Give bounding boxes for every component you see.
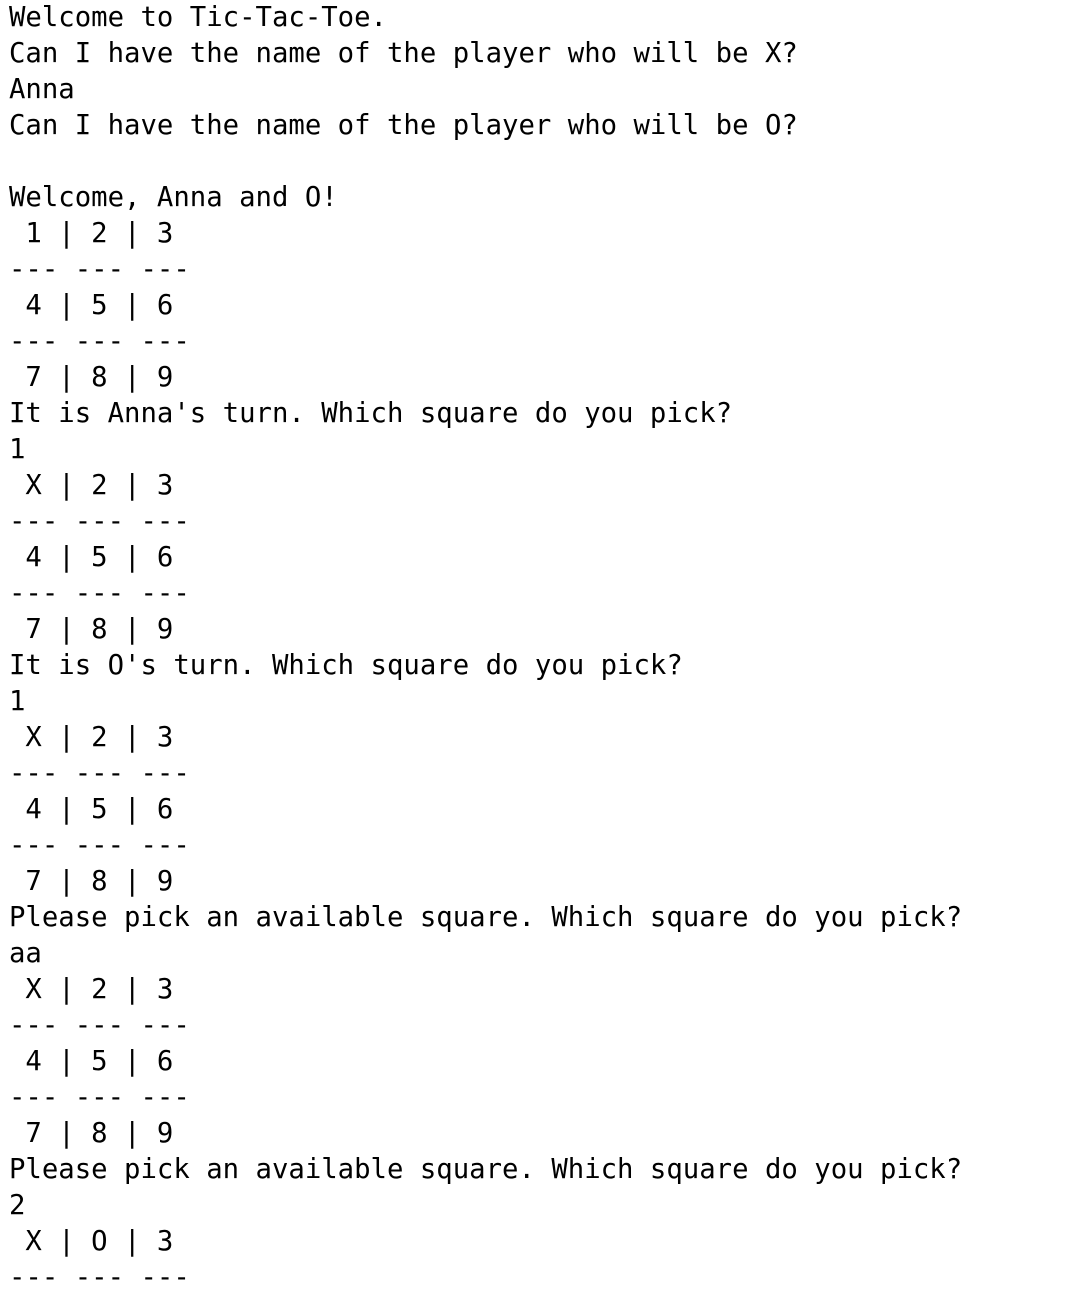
board-separator: --- --- --- bbox=[9, 578, 190, 609]
welcome-message: Welcome to Tic-Tac-Toe. bbox=[9, 2, 387, 33]
board-separator: --- --- --- bbox=[9, 506, 190, 537]
board-row: 4 | 5 | 6 bbox=[9, 290, 174, 321]
terminal-output[interactable]: Welcome to Tic-Tac-Toe. Can I have the n… bbox=[0, 0, 1078, 1292]
prompt-player-x-name: Can I have the name of the player who wi… bbox=[9, 38, 798, 69]
turn-prompt: It is O's turn. Which square do you pick… bbox=[9, 650, 683, 681]
turn-prompt: It is Anna's turn. Which square do you p… bbox=[9, 398, 733, 429]
board-separator: --- --- --- bbox=[9, 326, 190, 357]
error-prompt: Please pick an available square. Which s… bbox=[9, 902, 963, 933]
board-row: X | 2 | 3 bbox=[9, 470, 174, 501]
board-separator: --- --- --- bbox=[9, 1010, 190, 1041]
board-separator: --- --- --- bbox=[9, 1082, 190, 1113]
board-row: 4 | 5 | 6 bbox=[9, 794, 174, 825]
user-input-player-x-name: Anna bbox=[9, 74, 75, 105]
board-row: 7 | 8 | 9 bbox=[9, 614, 174, 645]
user-input-move: 1 bbox=[9, 686, 26, 717]
board-separator: --- --- --- bbox=[9, 1262, 190, 1292]
user-input-move: 2 bbox=[9, 1190, 26, 1221]
board-row: 7 | 8 | 9 bbox=[9, 1118, 174, 1149]
greeting-message: Welcome, Anna and O! bbox=[9, 182, 338, 213]
board-separator: --- --- --- bbox=[9, 830, 190, 861]
prompt-player-o-name: Can I have the name of the player who wi… bbox=[9, 110, 798, 141]
board-row: X | O | 3 bbox=[9, 1226, 174, 1257]
user-input-move: aa bbox=[9, 938, 42, 969]
board-row: X | 2 | 3 bbox=[9, 722, 174, 753]
board-separator: --- --- --- bbox=[9, 254, 190, 285]
board-row: 7 | 8 | 9 bbox=[9, 362, 174, 393]
board-row: X | 2 | 3 bbox=[9, 974, 174, 1005]
board-row: 4 | 5 | 6 bbox=[9, 1046, 174, 1077]
board-row: 4 | 5 | 6 bbox=[9, 542, 174, 573]
board-row: 1 | 2 | 3 bbox=[9, 218, 174, 249]
user-input-player-o-name bbox=[9, 144, 1078, 180]
user-input-move: 1 bbox=[9, 434, 26, 465]
error-prompt: Please pick an available square. Which s… bbox=[9, 1154, 963, 1185]
board-row: 7 | 8 | 9 bbox=[9, 866, 174, 897]
board-separator: --- --- --- bbox=[9, 758, 190, 789]
